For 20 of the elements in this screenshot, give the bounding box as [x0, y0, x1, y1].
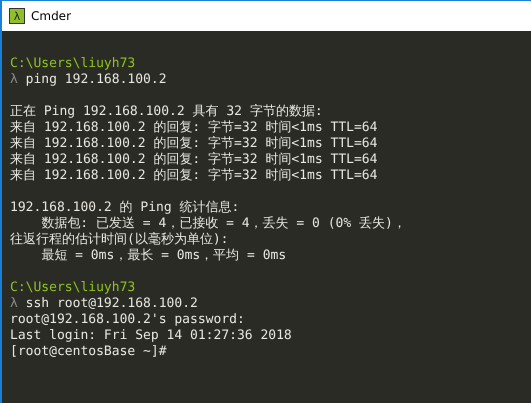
output-line: 来自 192.168.100.2 的回复: 字节=32 时间<1ms TTL=64	[10, 168, 378, 184]
command-text: ssh root@192.168.100.2	[24, 296, 198, 312]
output-line: 正在 Ping 192.168.100.2 具有 32 字节的数据:	[10, 104, 324, 120]
path-line: C:\Users\liuyh73	[10, 280, 136, 296]
window-title: Cmder	[31, 9, 72, 23]
output-line: 来自 192.168.100.2 的回复: 字节=32 时间<1ms TTL=64	[10, 152, 378, 168]
prompt-symbol: λ	[10, 296, 18, 312]
output-line: root@192.168.100.2's password:	[10, 312, 246, 328]
output-line: Last login: Fri Sep 14 01:27:36 2018	[10, 328, 293, 344]
output-line: [root@centosBase ~]#	[10, 344, 168, 360]
output-line: 来自 192.168.100.2 的回复: 字节=32 时间<1ms TTL=64	[10, 136, 378, 152]
path-line: C:\Users\liuyh73	[10, 56, 136, 72]
output-line: 192.168.100.2 的 Ping 统计信息:	[10, 200, 240, 216]
output-line: 往返行程的估计时间(以毫秒为单位):	[10, 232, 230, 248]
command-text: ping 192.168.100.2	[24, 72, 167, 88]
lambda-icon: λ	[9, 8, 25, 24]
output-line: 最短 = 0ms，最长 = 0ms，平均 = 0ms	[40, 248, 288, 264]
output-line: 来自 192.168.100.2 的回复: 字节=32 时间<1ms TTL=64	[10, 120, 378, 136]
prompt-symbol: λ	[10, 72, 18, 88]
output-line: 数据包: 已发送 = 4，已接收 = 4，丢失 = 0 (0% 丢失)，	[40, 216, 407, 232]
